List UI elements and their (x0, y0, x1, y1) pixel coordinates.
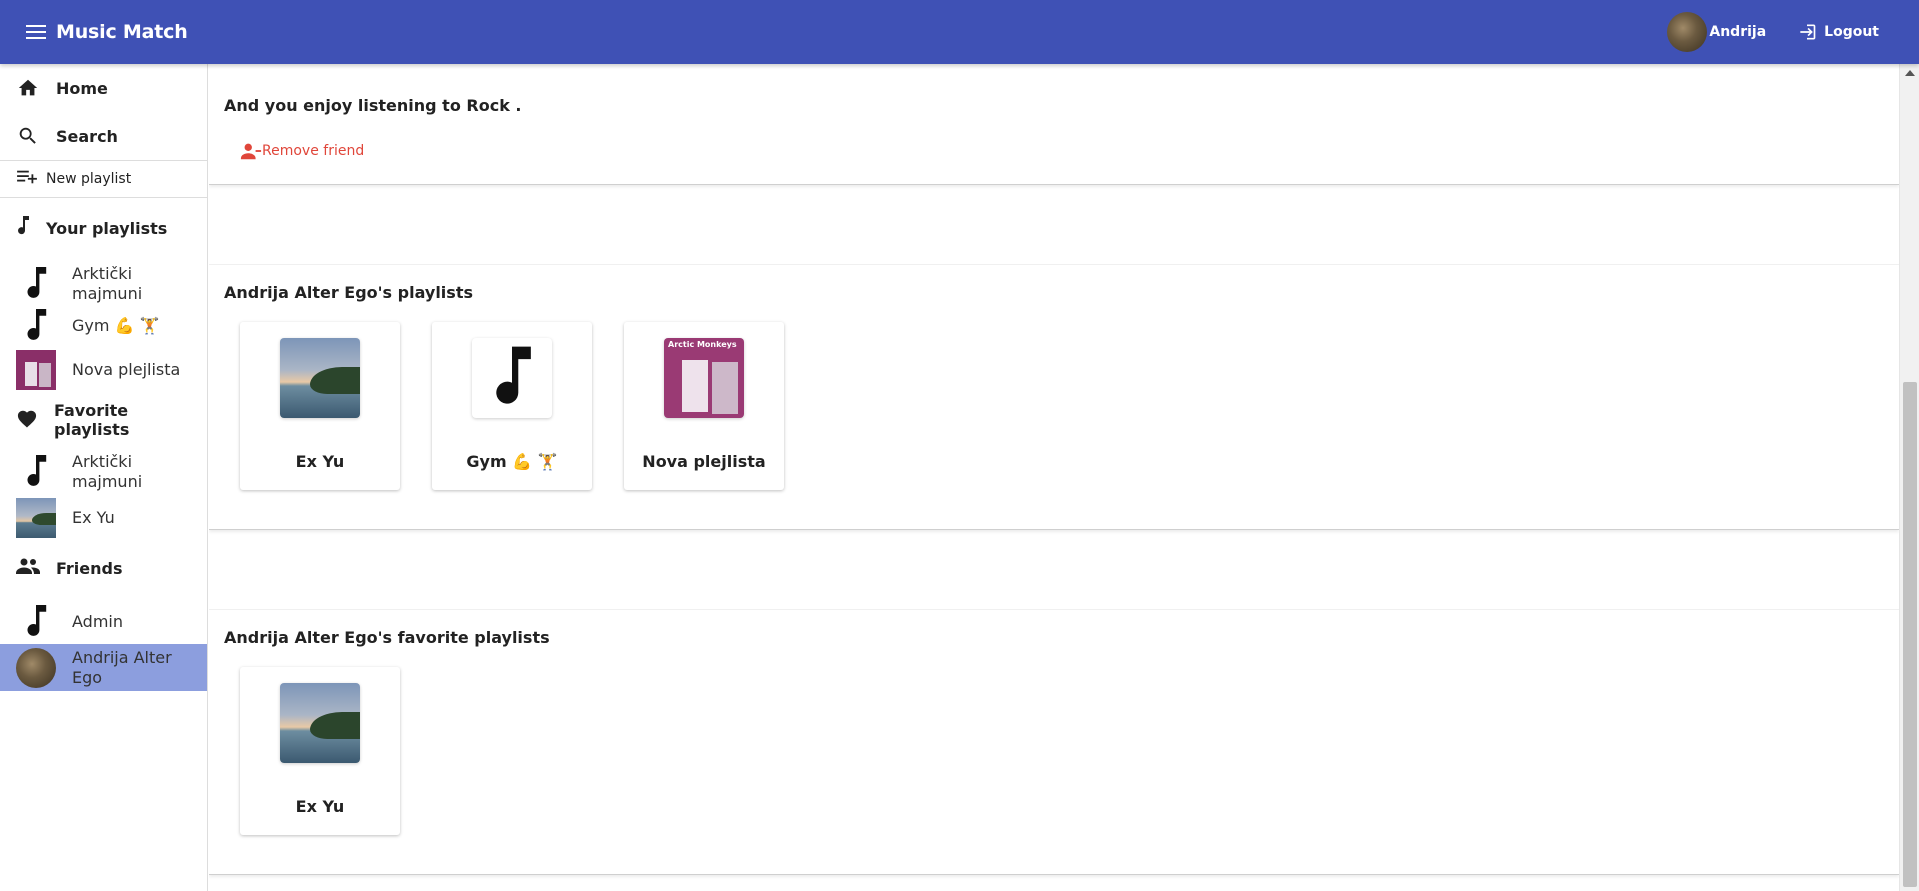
album-cover-image (16, 350, 56, 390)
playlist-card-name: Nova plejlista (642, 452, 766, 471)
music-note-icon (472, 338, 552, 418)
music-note-icon (16, 216, 30, 240)
app-bar: Music Match Andrija Logout (0, 0, 1919, 64)
music-note-icon (16, 264, 56, 304)
scrollbar-thumb[interactable] (1903, 382, 1917, 887)
sidebar-friend-item[interactable]: Admin (0, 600, 207, 644)
section-label: Friends (56, 558, 123, 578)
sea-photo-image (280, 683, 360, 763)
playlist-card[interactable]: Gym 💪 🏋 (432, 322, 592, 490)
playlist-add-icon (16, 168, 38, 190)
playlist-card[interactable]: Ex Yu (240, 667, 400, 835)
playlist-card-name: Gym 💪 🏋 (466, 452, 558, 471)
main-content: And you enjoy listening to Rock . Remove… (209, 64, 1899, 891)
sidebar-friend-label: Andrija Alter Ego (72, 647, 172, 687)
sidebar-playlist-label: Arktički majmuni (72, 452, 143, 491)
menu-icon[interactable] (22, 18, 50, 46)
divider (0, 197, 207, 198)
remove-friend-button[interactable]: Remove friend (240, 142, 364, 160)
playlist-card-name: Ex Yu (295, 452, 345, 471)
friends-header: Friends (0, 544, 207, 592)
music-note-icon (16, 452, 56, 492)
playlists-section: Andrija Alter Ego's playlists Ex Yu Gym … (209, 265, 1899, 530)
new-playlist-button[interactable]: New playlist (0, 161, 207, 197)
sidebar-playlist-label: Nova plejlista (72, 360, 181, 379)
user-area: Andrija Logout (1667, 12, 1879, 52)
user-name[interactable]: Andrija (1709, 24, 1766, 40)
section-label: Your playlists (46, 218, 168, 238)
playlist-card[interactable]: Ex Yu (240, 322, 400, 490)
avatar (16, 647, 56, 688)
sidebar-favorite-item[interactable]: Arktički majmuni (0, 450, 207, 494)
sidebar-playlist-item[interactable]: Nova plejlista (0, 350, 207, 390)
sidebar-item-home[interactable]: Home (0, 64, 207, 112)
home-icon (16, 76, 40, 100)
logout-button[interactable]: Logout (1796, 22, 1879, 42)
sidebar-item-label: Search (56, 126, 118, 146)
sidebar-item-search[interactable]: Search (0, 112, 207, 160)
sea-photo-image (280, 338, 360, 418)
album-cover-text: Arctic Monkeys (668, 340, 737, 349)
genre-text: And you enjoy listening to Rock . (224, 96, 522, 115)
playlist-card-name: Ex Yu (295, 797, 345, 816)
favorite-playlists-header: Favorite playlists (0, 396, 207, 444)
sidebar-favorite-item[interactable]: Ex Yu (0, 498, 207, 538)
logout-icon (1800, 24, 1816, 40)
remove-friend-label: Remove friend (262, 143, 365, 159)
sidebar-playlist-label: Ex Yu (72, 508, 115, 527)
friend-info-card: And you enjoy listening to Rock . Remove… (209, 64, 1899, 185)
scroll-up-arrow-icon[interactable] (1905, 70, 1915, 76)
search-icon (16, 124, 40, 148)
sidebar: Home Search New playlist Your playlists … (0, 64, 208, 891)
avatar[interactable] (1667, 12, 1708, 52)
favorites-section: Andrija Alter Ego's favorite playlists E… (209, 610, 1899, 875)
your-playlists-header: Your playlists (0, 204, 207, 252)
playlist-card[interactable]: Arctic Monkeys Nova plejlista (624, 322, 784, 490)
new-playlist-label: New playlist (46, 171, 132, 187)
sidebar-friend-item-selected[interactable]: Andrija Alter Ego (0, 644, 207, 691)
music-note-icon (16, 602, 56, 642)
scrollbar[interactable] (1899, 64, 1919, 891)
section-label: Favorite playlists (54, 401, 130, 439)
music-note-icon (16, 306, 56, 346)
people-icon (16, 557, 40, 579)
person-remove-icon (240, 143, 262, 160)
section-title: Andrija Alter Ego's playlists (224, 283, 473, 302)
sidebar-friend-label: Admin (72, 612, 123, 631)
section-title: Andrija Alter Ego's favorite playlists (224, 628, 550, 647)
album-cover-image: Arctic Monkeys (664, 338, 744, 418)
logout-label: Logout (1824, 24, 1879, 40)
sidebar-playlist-item[interactable]: Arktički majmuni (0, 262, 207, 306)
sidebar-playlist-label: Arktički majmuni (72, 264, 143, 303)
heart-icon (16, 408, 38, 432)
app-title: Music Match (56, 21, 188, 43)
sidebar-playlist-label: Gym 💪 🏋 (72, 316, 160, 335)
sea-photo-image (16, 498, 56, 538)
sidebar-playlist-item[interactable]: Gym 💪 🏋 (0, 306, 207, 346)
sidebar-item-label: Home (56, 78, 108, 98)
